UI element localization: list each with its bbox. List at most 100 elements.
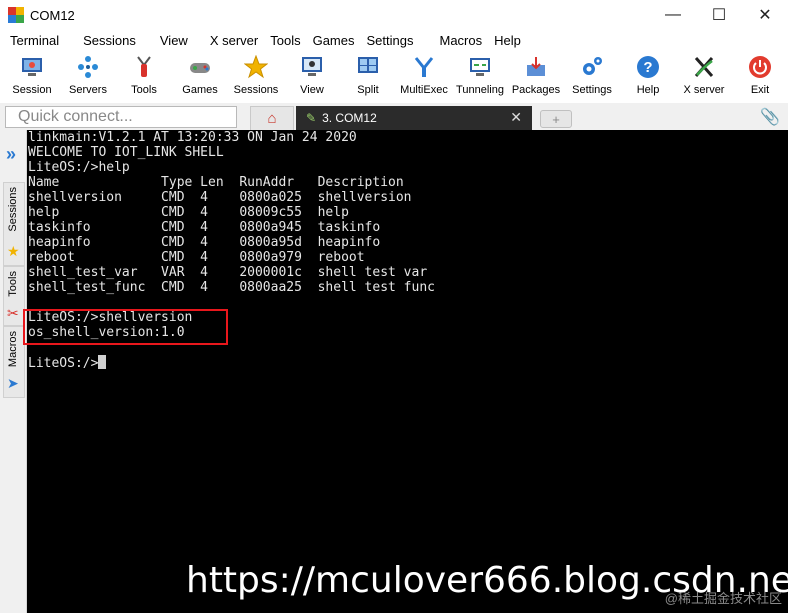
- session-icon: [19, 54, 45, 80]
- terminal-line: LiteOS:/>help: [28, 160, 130, 175]
- terminal-line: WELCOME TO IOT_LINK SHELL: [28, 145, 224, 160]
- session-button[interactable]: Session: [4, 50, 60, 96]
- highlight-annotation-box: [23, 309, 228, 345]
- maximize-button[interactable]: ☐: [696, 0, 742, 30]
- home-icon: ⌂: [267, 110, 277, 127]
- sidebar-sessions-label: Sessions: [7, 187, 19, 232]
- terminal-line: taskinfo CMD 4 0800a945 taskinfo: [28, 220, 381, 235]
- menu-tools[interactable]: Tools: [264, 33, 306, 48]
- xserver-icon: [691, 54, 717, 80]
- multiexec-icon: [411, 54, 437, 80]
- xserver-label: X server: [683, 84, 725, 96]
- tunneling-icon: [467, 54, 493, 80]
- sidebar-macros-label: Macros: [7, 331, 19, 368]
- exit-label: Exit: [750, 84, 770, 96]
- games-button[interactable]: Games: [172, 50, 228, 96]
- servers-button[interactable]: Servers: [60, 50, 116, 96]
- close-window-button[interactable]: ✕: [742, 0, 788, 30]
- tab-com12[interactable]: ✎ 3. COM12 ✕: [296, 106, 532, 130]
- sidebar-tab-tools[interactable]: Tools ✂: [3, 266, 25, 326]
- settings-icon: [579, 54, 605, 80]
- terminal-output[interactable]: linkmain:V1.2.1 AT 13:20:33 ON Jan 24 20…: [27, 130, 788, 613]
- split-icon: [355, 54, 381, 80]
- view-icon: [299, 54, 325, 80]
- settings-label: Settings: [572, 84, 612, 96]
- tools-small-icon: ✂: [7, 305, 19, 321]
- menu-help[interactable]: Help: [488, 33, 527, 48]
- terminal-cursor: [98, 355, 107, 369]
- menu-games[interactable]: Games: [307, 33, 361, 48]
- menu-view[interactable]: View: [154, 33, 194, 48]
- tab-label: 3. COM12: [322, 111, 377, 125]
- tunneling-button[interactable]: Tunneling: [452, 50, 508, 96]
- tools-button[interactable]: Tools: [116, 50, 172, 96]
- multiexec-label: MultiExec: [400, 84, 448, 96]
- tab-close-button[interactable]: ✕: [510, 109, 522, 126]
- packages-label: Packages: [511, 84, 561, 96]
- help-icon: ?: [635, 54, 661, 80]
- menu-macros[interactable]: Macros: [433, 33, 488, 48]
- multiexec-button[interactable]: MultiExec: [396, 50, 452, 96]
- menu-terminal[interactable]: Terminal: [4, 33, 65, 48]
- new-tab-button[interactable]: +: [540, 110, 572, 128]
- sidebar-tab-sessions[interactable]: Sessions ★: [3, 182, 25, 266]
- home-tab[interactable]: ⌂: [250, 106, 294, 130]
- tools-label: Tools: [131, 84, 157, 96]
- sidebar-tab-macros[interactable]: Macros ➤: [3, 326, 25, 398]
- send-icon: ➤: [7, 375, 19, 391]
- sessions-star-icon: [243, 54, 269, 80]
- help-button[interactable]: ? Help: [620, 50, 676, 96]
- mobaxterm-app-icon: [8, 7, 24, 23]
- terminal-line: heapinfo CMD 4 0800a95d heapinfo: [28, 235, 381, 250]
- terminal-line: shellversion CMD 4 0800a025 shellversion: [28, 190, 412, 205]
- games-label: Games: [182, 84, 218, 96]
- servers-icon: [75, 54, 101, 80]
- tab-row: Quick connect... ⌂ ✎ 3. COM12 ✕ + 📎: [0, 103, 788, 130]
- sidebar-tools-label: Tools: [7, 271, 19, 297]
- site-watermark: @稀土掘金技术社区: [664, 591, 782, 606]
- terminal-line: reboot CMD 4 0800a979 reboot: [28, 250, 365, 265]
- star-icon: ★: [7, 243, 20, 259]
- window-title: COM12: [30, 7, 75, 23]
- toolbar: Session Servers Tools Games Sessions Vie…: [0, 50, 788, 102]
- packages-button[interactable]: Packages: [508, 50, 564, 96]
- serial-session-icon: ✎: [306, 111, 317, 125]
- packages-icon: [523, 54, 549, 80]
- split-label: Split: [357, 84, 379, 96]
- sessions-button[interactable]: Sessions: [228, 50, 284, 96]
- plus-icon: +: [552, 111, 560, 127]
- terminal-line: Name Type Len RunAddr Description: [28, 175, 404, 190]
- svg-text:?: ?: [643, 59, 652, 76]
- tools-icon: [131, 54, 157, 80]
- xserver-button[interactable]: X server: [676, 50, 732, 96]
- settings-button[interactable]: Settings: [564, 50, 620, 96]
- view-label: View: [300, 84, 324, 96]
- games-icon: [187, 54, 213, 80]
- terminal-line: help CMD 4 08009c55 help: [28, 205, 349, 220]
- split-button[interactable]: Split: [340, 50, 396, 96]
- menu-settings[interactable]: Settings: [361, 33, 420, 48]
- tunneling-label: Tunneling: [456, 84, 504, 96]
- help-label: Help: [636, 84, 660, 96]
- minimize-button[interactable]: —: [650, 0, 696, 30]
- menu-sessions[interactable]: Sessions: [77, 33, 142, 48]
- view-button[interactable]: View: [284, 50, 340, 96]
- terminal-line: shell_test_var VAR 4 2000001c shell test…: [28, 265, 428, 280]
- attachment-icon[interactable]: 📎: [760, 107, 780, 127]
- terminal-prompt: LiteOS:/>: [28, 356, 99, 371]
- menu-x-server[interactable]: X server: [204, 33, 264, 48]
- session-label: Session: [12, 84, 52, 96]
- terminal-line: shell_test_func CMD 4 0800aa25 shell tes…: [28, 280, 435, 295]
- exit-button[interactable]: Exit: [732, 50, 788, 96]
- servers-label: Servers: [69, 84, 107, 96]
- expand-sidebar-icon[interactable]: »: [6, 144, 16, 165]
- title-bar: COM12 — ☐ ✕: [0, 0, 788, 30]
- terminal-line: linkmain:V1.2.1 AT 13:20:33 ON Jan 24 20…: [28, 130, 357, 145]
- menu-bar: Terminal Sessions View X server Tools Ga…: [0, 30, 788, 50]
- left-sidebar: » Sessions ★ Tools ✂ Macros ➤: [0, 130, 27, 613]
- quick-connect-input[interactable]: Quick connect...: [5, 106, 237, 128]
- terminal-prompt-line: LiteOS:/>: [28, 355, 788, 371]
- sessions-label: Sessions: [233, 84, 279, 96]
- exit-icon: [747, 54, 773, 80]
